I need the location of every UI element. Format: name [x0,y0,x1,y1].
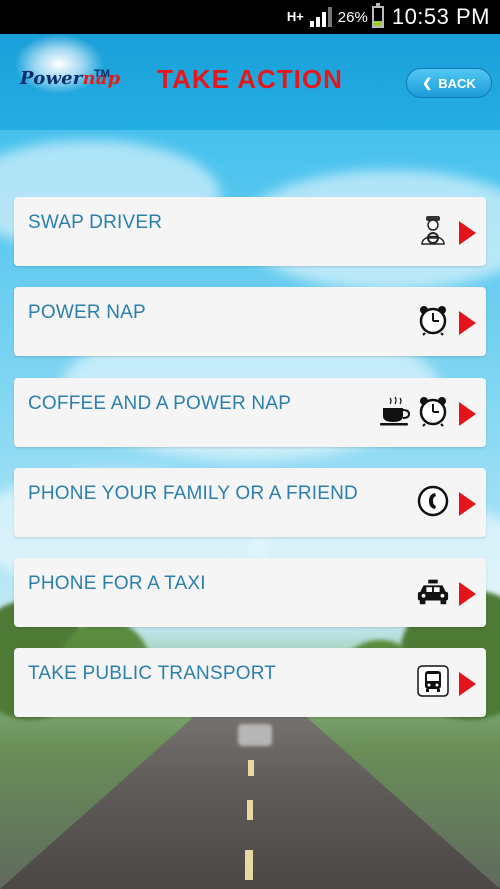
coffee-cup-icon [378,394,412,428]
alarm-clock-icon [416,394,450,428]
option-label: TAKE PUBLIC TRANSPORT [28,663,277,684]
chevron-right-icon [459,672,476,696]
option-coffee-power-nap[interactable]: COFFEE AND A POWER NAP [14,378,486,447]
chevron-right-icon [459,311,476,335]
taxi-icon [416,574,450,608]
chevron-right-icon [459,402,476,426]
network-type: H+ [286,9,304,24]
driver-icon [416,213,450,247]
battery-percentage: 26% [337,8,368,26]
back-button[interactable]: ❮ BACK [406,68,492,98]
option-label: POWER NAP [28,302,146,323]
chevron-right-icon [459,221,476,245]
option-label: SWAP DRIVER [28,212,163,233]
option-swap-driver[interactable]: SWAP DRIVER [14,197,486,266]
option-public-transport[interactable]: TAKE PUBLIC TRANSPORT [14,648,486,717]
header: Powernap TM TAKE ACTION ❮ BACK [0,34,500,130]
back-button-label: BACK [438,75,476,91]
chevron-left-icon: ❮ [422,76,433,90]
option-label: PHONE YOUR FAMILY OR A FRIEND [28,483,358,504]
phone-icon [416,484,450,518]
option-phone-family-friend[interactable]: PHONE YOUR FAMILY OR A FRIEND [14,468,486,537]
option-power-nap[interactable]: POWER NAP [14,287,486,356]
alarm-clock-icon [416,303,450,337]
status-bar: H+ 26% 10:53 PM [0,0,500,34]
option-label: COFFEE AND A POWER NAP [28,393,292,414]
bus-icon [416,664,450,698]
clock: 10:53 PM [391,4,490,29]
option-label: PHONE FOR A TAXI [28,573,206,594]
signal-icon [309,7,332,27]
chevron-right-icon [459,582,476,606]
option-phone-taxi[interactable]: PHONE FOR A TAXI [14,558,486,627]
chevron-right-icon [459,492,476,516]
battery-icon [371,3,384,28]
